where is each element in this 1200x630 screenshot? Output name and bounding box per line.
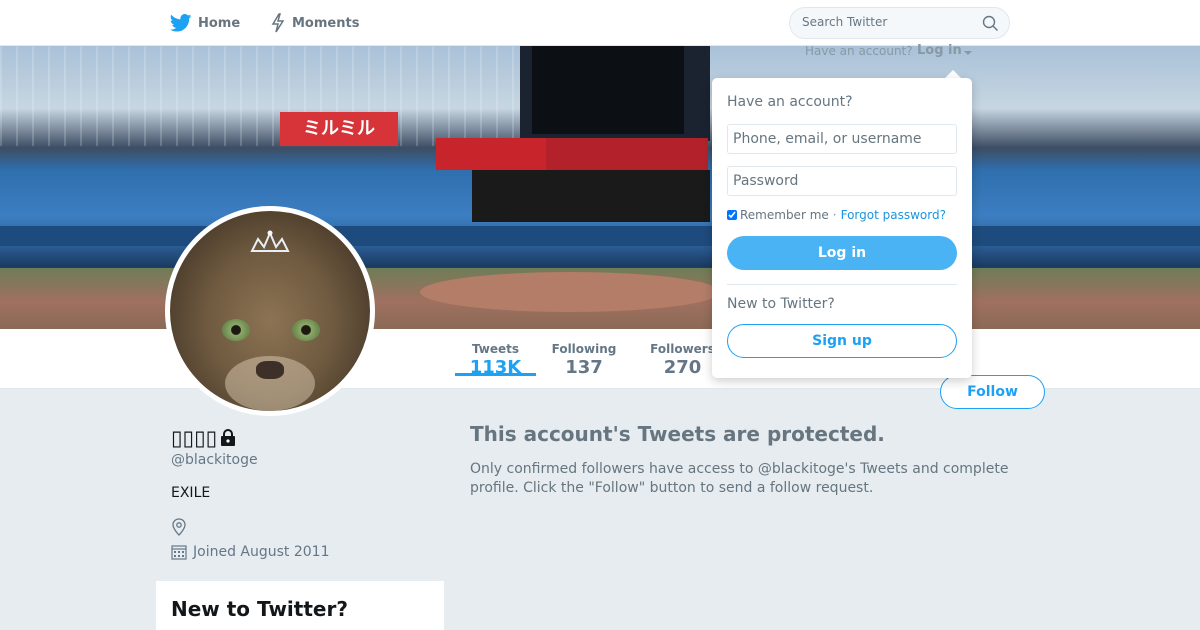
stat-followers-label: Followers <box>650 342 715 356</box>
signup-button[interactable]: Sign up <box>727 324 957 358</box>
avatar[interactable] <box>165 206 375 416</box>
banner-wall <box>472 170 710 222</box>
banner-scoreboard-screen <box>532 46 684 134</box>
protected-title: This account's Tweets are protected. <box>470 422 885 446</box>
stat-following-label: Following <box>551 342 617 356</box>
login-dropdown-toggle[interactable]: Log in <box>917 43 962 58</box>
stat-following[interactable]: Following 137 <box>546 342 622 378</box>
cat-eye-right <box>292 319 320 341</box>
lock-icon <box>221 429 236 446</box>
username-field[interactable] <box>727 124 957 154</box>
stat-followers-value: 270 <box>663 357 702 378</box>
remember-me-checkbox[interactable] <box>727 210 737 220</box>
dropdown-divider <box>727 284 957 285</box>
profile-joined: Joined August 2011 <box>171 544 329 560</box>
separator-dot: · <box>832 208 837 222</box>
forgot-password-link[interactable]: Forgot password? <box>841 208 946 222</box>
nav-moments-label: Moments <box>292 15 360 31</box>
stat-tweets-value: 113K <box>469 357 522 378</box>
new-to-twitter-title: New to Twitter? <box>171 597 348 621</box>
profile-bio: EXILE <box>171 485 211 501</box>
remember-me-label: Remember me <box>740 208 829 222</box>
caret-down-icon <box>964 51 972 55</box>
top-nav: Home Moments <box>0 0 1200 46</box>
lightning-icon <box>271 13 285 33</box>
banner-mound <box>420 272 720 312</box>
profile-joined-text: Joined August 2011 <box>193 544 330 560</box>
home-bird-icon <box>170 14 192 32</box>
login-button[interactable]: Log in <box>727 236 957 270</box>
stat-following-value: 137 <box>565 357 603 378</box>
profile-handle[interactable]: @blackitoge <box>171 452 258 468</box>
nav-home[interactable]: Home <box>170 12 240 34</box>
remember-row: Remember me · Forgot password? <box>727 208 946 222</box>
search-icon[interactable] <box>982 15 999 32</box>
location-pin-icon <box>172 518 186 536</box>
cat-eye-left <box>222 319 250 341</box>
protected-text: Only confirmed followers have access to … <box>470 461 1009 496</box>
stat-tweets-label: Tweets <box>471 342 520 356</box>
banner-ad-left <box>436 138 546 170</box>
profile-name: ▯▯▯▯ <box>171 426 237 450</box>
new-to-twitter-card: New to Twitter? <box>156 581 444 630</box>
nav-home-label: Home <box>198 15 241 31</box>
calendar-icon <box>171 545 187 560</box>
profile-name-text: ▯▯▯▯ <box>171 426 218 450</box>
follow-button[interactable]: Follow <box>940 375 1045 409</box>
cat-nose <box>256 361 284 379</box>
nav-moments[interactable]: Moments <box>270 12 359 34</box>
new-to-twitter-label: New to Twitter? <box>727 296 835 312</box>
profile-location <box>171 518 187 540</box>
stat-tweets[interactable]: Tweets 113K <box>455 329 536 378</box>
banner-net <box>0 46 520 146</box>
banner-ad-right <box>546 138 708 170</box>
password-field[interactable] <box>727 166 957 196</box>
banner-rail <box>0 226 1200 246</box>
banner-sign: ミルミル <box>280 112 398 146</box>
login-heading: Have an account? <box>727 94 853 110</box>
login-dropdown: Have an account? Remember me · Forgot pa… <box>712 78 972 378</box>
have-account-text: Have an account? <box>805 44 913 58</box>
search-box <box>789 7 1010 39</box>
tiara-icon <box>250 230 290 252</box>
search-input[interactable] <box>802 15 972 29</box>
stat-followers[interactable]: Followers 270 <box>645 342 720 378</box>
